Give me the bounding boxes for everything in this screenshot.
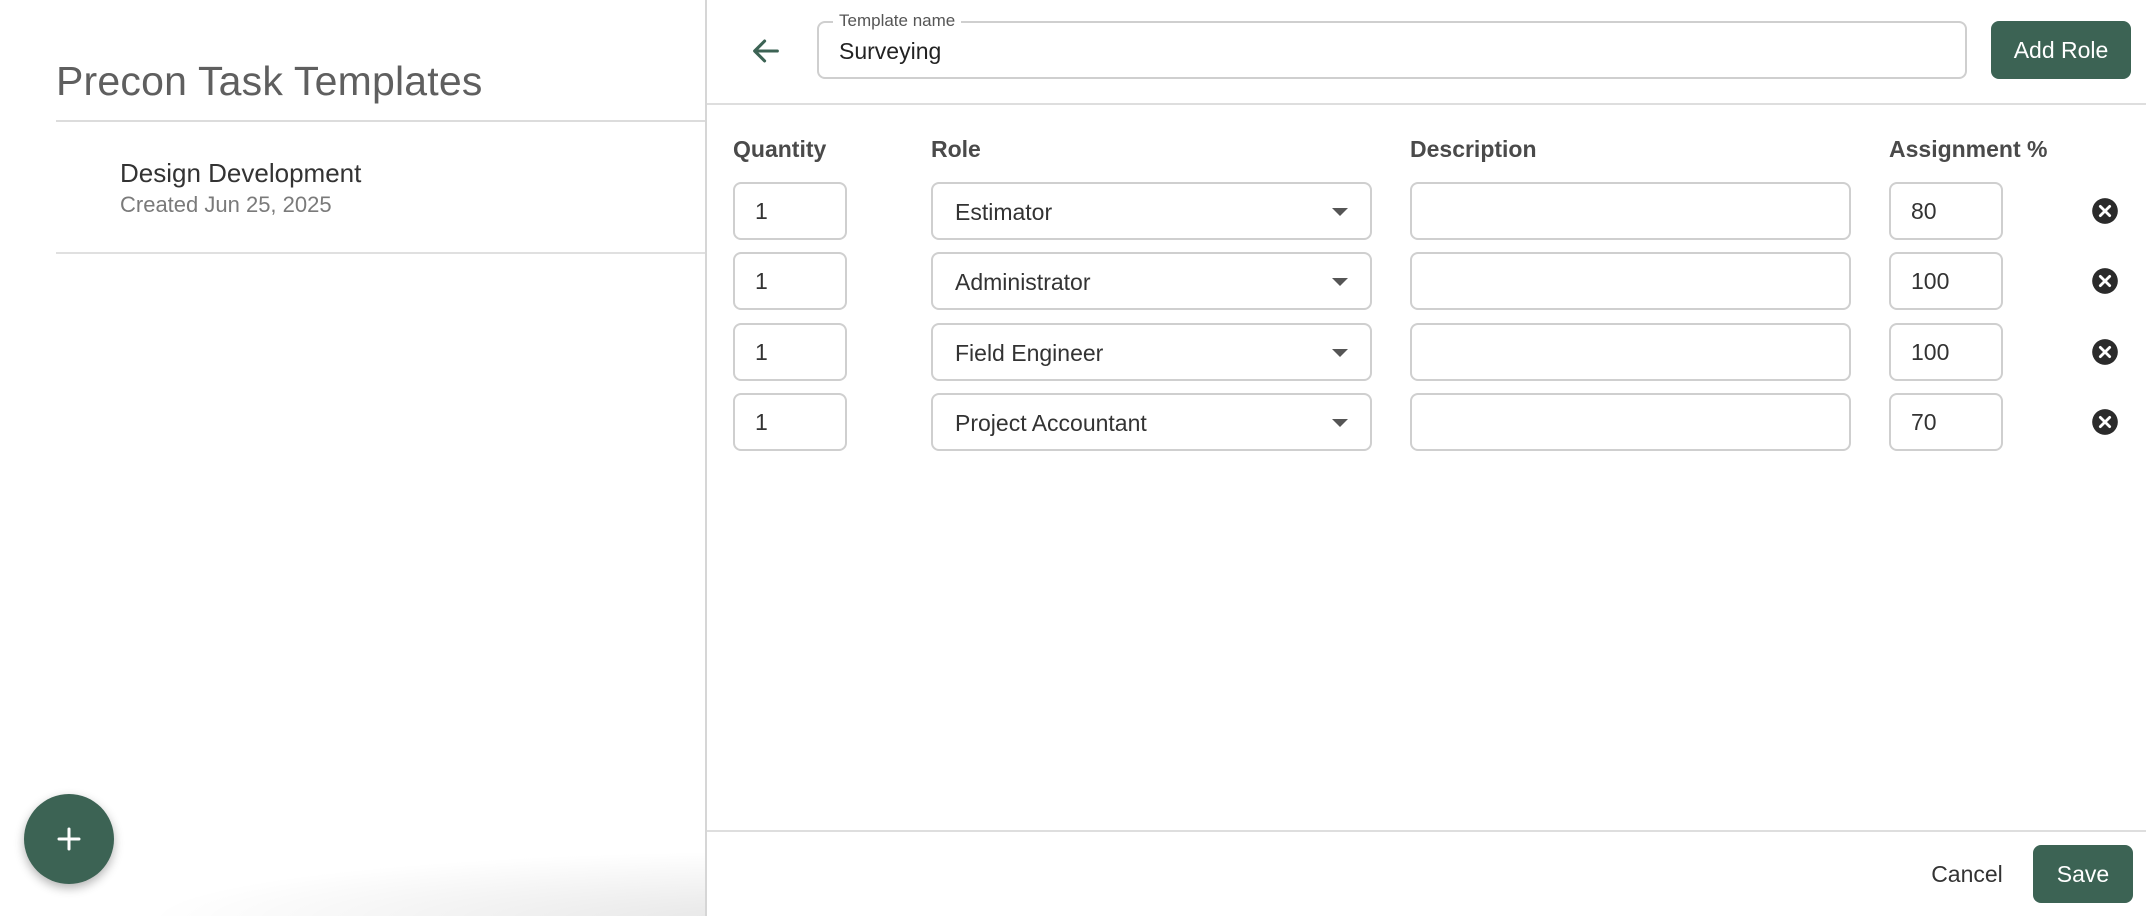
column-header-role: Role: [931, 136, 981, 162]
page-title: Precon Task Templates: [56, 58, 483, 104]
assignment-input[interactable]: [1891, 184, 2001, 238]
role-row: Project Accountant: [707, 393, 2146, 453]
assignment-input[interactable]: [1891, 254, 2001, 308]
role-select[interactable]: Administrator: [931, 252, 1372, 310]
add-role-button[interactable]: Add Role: [1991, 21, 2131, 79]
description-field: [1410, 182, 1851, 240]
template-name-label: Template name: [833, 11, 962, 31]
role-select-value: Field Engineer: [955, 340, 1104, 366]
caret-down-icon: [1332, 349, 1348, 357]
quantity-field: [733, 393, 847, 451]
description-input[interactable]: [1412, 254, 1849, 308]
quantity-input[interactable]: [735, 325, 845, 379]
role-row: Administrator: [707, 252, 2146, 312]
quantity-field: [733, 323, 847, 381]
assignment-field: [1889, 323, 2003, 381]
role-row: Field Engineer: [707, 323, 2146, 383]
back-button[interactable]: [743, 28, 789, 74]
editor-header: Template name Add Role: [707, 0, 2146, 105]
template-list-item[interactable]: Design Development Created Jun 25, 2025: [56, 122, 705, 254]
description-field: [1410, 323, 1851, 381]
description-field: [1410, 393, 1851, 451]
arrow-left-icon: [753, 39, 779, 63]
quantity-field: [733, 252, 847, 310]
quantity-field: [733, 182, 847, 240]
description-input[interactable]: [1412, 325, 1849, 379]
role-row: Estimator: [707, 182, 2146, 242]
cancel-button[interactable]: Cancel: [1905, 845, 2029, 903]
template-item-name: Design Development: [120, 158, 362, 188]
assignment-field: [1889, 393, 2003, 451]
role-select[interactable]: Estimator: [931, 182, 1372, 240]
close-circle-icon[interactable]: [2091, 197, 2119, 225]
caret-down-icon: [1332, 419, 1348, 427]
quantity-input[interactable]: [735, 395, 845, 449]
templates-panel: Precon Task Templates Design Development…: [0, 0, 705, 916]
role-select-value: Estimator: [955, 199, 1053, 225]
template-name-input[interactable]: [839, 35, 1939, 67]
column-header-assignment: Assignment %: [1889, 136, 2048, 162]
editor-footer: Cancel Save: [707, 830, 2146, 916]
assignment-field: [1889, 182, 2003, 240]
assignment-input[interactable]: [1891, 395, 2001, 449]
caret-down-icon: [1332, 208, 1348, 216]
close-circle-icon[interactable]: [2091, 338, 2119, 366]
caret-down-icon: [1332, 278, 1348, 286]
description-input[interactable]: [1412, 184, 1849, 238]
role-select-value: Project Accountant: [955, 410, 1147, 436]
column-header-quantity: Quantity: [733, 136, 827, 162]
role-select[interactable]: Project Accountant: [931, 393, 1372, 451]
template-item-created: Created Jun 25, 2025: [120, 192, 332, 217]
assignment-input[interactable]: [1891, 325, 2001, 379]
role-select-value: Administrator: [955, 269, 1091, 295]
quantity-input[interactable]: [735, 254, 845, 308]
plus-icon: [57, 827, 81, 851]
column-header-description: Description: [1410, 136, 1537, 162]
add-template-button[interactable]: [24, 794, 114, 884]
close-circle-icon[interactable]: [2091, 408, 2119, 436]
close-circle-icon[interactable]: [2091, 267, 2119, 295]
quantity-input[interactable]: [735, 184, 845, 238]
description-field: [1410, 252, 1851, 310]
role-select[interactable]: Field Engineer: [931, 323, 1372, 381]
save-button[interactable]: Save: [2033, 845, 2133, 903]
template-editor-panel: Template name Add Role Quantity Role Des…: [705, 0, 2146, 916]
template-name-field: Template name: [817, 11, 1967, 79]
assignment-field: [1889, 252, 2003, 310]
description-input[interactable]: [1412, 395, 1849, 449]
